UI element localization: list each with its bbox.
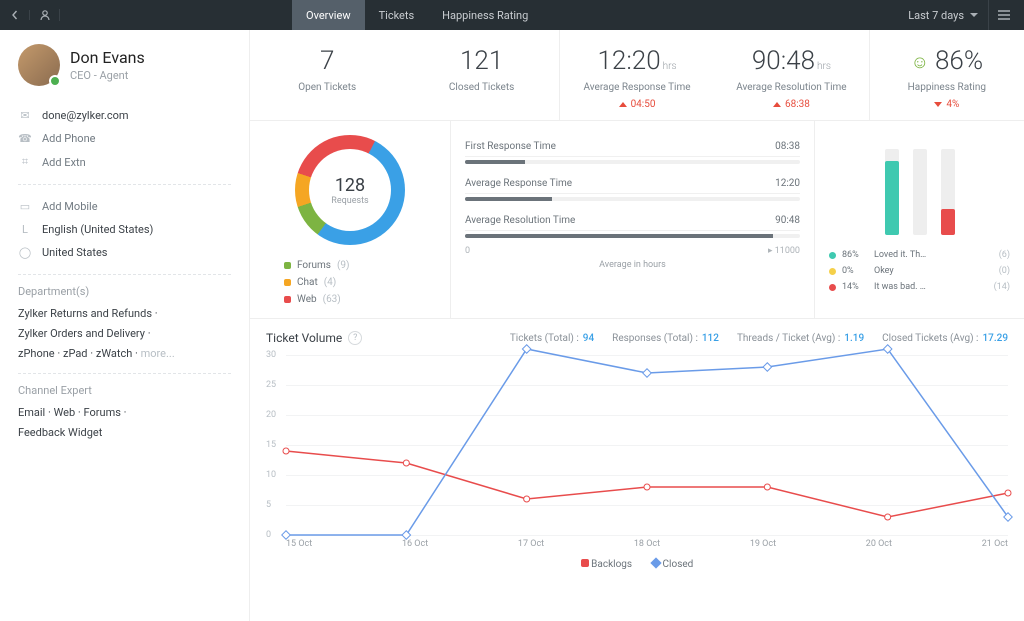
main-tabs: Overview Tickets Happiness Rating	[292, 0, 542, 30]
x-tick: 17 Oct	[518, 539, 544, 549]
happiness-bar	[913, 149, 927, 235]
departments-heading: Department(s)	[18, 285, 231, 298]
time-bar-row: Average Resolution Time90:48	[465, 209, 800, 231]
extn-icon: ⌗	[18, 155, 32, 169]
period-selector[interactable]: Last 7 days	[908, 9, 978, 22]
menu-button[interactable]	[988, 0, 1018, 30]
legend-item: Chat(4)	[284, 274, 350, 291]
location-icon: ◯	[18, 246, 32, 259]
departments-more[interactable]: more...	[141, 347, 175, 360]
metric-avg-resolution: 90:48hrs Average Resolution Time 68:38	[714, 30, 868, 120]
tab-overview[interactable]: Overview	[292, 0, 365, 30]
mail-icon: ✉	[18, 109, 32, 122]
donut-chart: 128 Requests	[295, 135, 405, 245]
channel-heading: Channel Expert	[18, 384, 231, 397]
departments-list: Zylker Returns and Refunds · Zylker Orde…	[18, 304, 231, 363]
delta-up-icon: 04:50	[566, 99, 708, 110]
help-icon[interactable]: ?	[348, 331, 362, 345]
line-chart: 051015202530	[286, 355, 1008, 535]
happiness-bar	[885, 149, 899, 235]
main-content: 7 Open Tickets 121 Closed Tickets 12:20h…	[250, 30, 1024, 621]
happiness-panel: 86%Loved it. Th…(6)0%Okey(0)14%It was ba…	[814, 121, 1024, 318]
donut-panel: 128 Requests Forums(9)Chat(4)Web(63)	[250, 121, 450, 318]
chart-stat: Closed Tickets (Avg) :17.29	[882, 333, 1008, 344]
metrics-row: 7 Open Tickets 121 Closed Tickets 12:20h…	[250, 30, 1024, 121]
chart-title: Ticket Volume ?	[266, 331, 362, 345]
x-tick: 21 Oct	[982, 539, 1008, 549]
time-bar-row: First Response Time08:38	[465, 135, 800, 157]
legend-closed-icon	[650, 557, 661, 568]
delta-down-icon: 4%	[876, 99, 1018, 110]
time-bars-panel: First Response Time08:38 Average Response…	[450, 121, 814, 318]
topbar: Overview Tickets Happiness Rating Last 7…	[0, 0, 1024, 30]
period-label: Last 7 days	[908, 9, 964, 22]
user-icon-button[interactable]	[30, 9, 60, 21]
avatar[interactable]	[18, 44, 60, 86]
smiley-icon: ☺	[911, 52, 929, 73]
language-icon: L	[18, 223, 32, 236]
chart-stat: Threads / Ticket (Avg) :1.19	[737, 333, 864, 344]
chart-stat: Tickets (Total) :94	[510, 333, 594, 344]
phone-icon: ☎	[18, 132, 32, 145]
profile-subtitle: CEO - Agent	[70, 69, 145, 82]
delta-up-icon: 68:38	[720, 99, 862, 110]
happiness-legend-item: 86%Loved it. Th…(6)	[829, 247, 1010, 263]
sidebar: Don Evans CEO - Agent ✉done@zylker.com ☎…	[0, 30, 250, 621]
contact-mobile[interactable]: ▭Add Mobile	[18, 195, 231, 218]
tab-tickets[interactable]: Tickets	[365, 0, 429, 30]
contact-language[interactable]: LEnglish (United States)	[18, 218, 231, 241]
scale-max: 11000	[775, 246, 800, 256]
x-tick: 16 Oct	[402, 539, 428, 549]
metric-avg-response: 12:20hrs Average Response Time 04:50	[559, 30, 714, 120]
ticket-volume-section: Ticket Volume ? Tickets (Total) :94 Respo…	[250, 319, 1024, 582]
happiness-bar	[941, 149, 955, 235]
contact-email[interactable]: ✉done@zylker.com	[18, 104, 231, 127]
x-tick: 19 Oct	[750, 539, 776, 549]
x-tick: 20 Oct	[866, 539, 892, 549]
metric-happiness: ☺86% Happiness Rating 4%	[869, 30, 1024, 120]
chart-stat: Responses (Total) :112	[612, 333, 719, 344]
scale-label: Average in hours	[465, 260, 800, 270]
chevron-down-icon	[970, 13, 978, 18]
x-tick: 18 Oct	[634, 539, 660, 549]
legend-item: Web(63)	[284, 291, 350, 308]
donut-label: Requests	[331, 196, 368, 206]
metric-closed-tickets: 121 Closed Tickets	[404, 30, 558, 120]
back-button[interactable]	[0, 10, 30, 20]
donut-value: 128	[335, 175, 365, 196]
profile-name: Don Evans	[70, 48, 145, 67]
channel-list: Email · Web · Forums · Feedback Widget	[18, 403, 231, 443]
legend-item: Forums(9)	[284, 257, 350, 274]
time-bar-row: Average Response Time12:20	[465, 172, 800, 194]
donut-legend: Forums(9)Chat(4)Web(63)	[284, 257, 350, 308]
tab-happiness[interactable]: Happiness Rating	[428, 0, 542, 30]
mobile-icon: ▭	[18, 200, 32, 213]
happiness-legend-item: 0%Okey(0)	[829, 263, 1010, 279]
happiness-legend-item: 14%It was bad. …(14)	[829, 279, 1010, 295]
x-tick: 15 Oct	[286, 539, 312, 549]
profile-header: Don Evans CEO - Agent	[18, 44, 231, 86]
contact-phone[interactable]: ☎Add Phone	[18, 127, 231, 150]
contact-extn[interactable]: ⌗Add Extn	[18, 150, 231, 174]
legend-backlogs-icon	[581, 559, 589, 567]
contact-country[interactable]: ◯United States	[18, 241, 231, 264]
metric-open-tickets: 7 Open Tickets	[250, 30, 404, 120]
chart-legend: Backlogs Closed	[266, 559, 1008, 570]
